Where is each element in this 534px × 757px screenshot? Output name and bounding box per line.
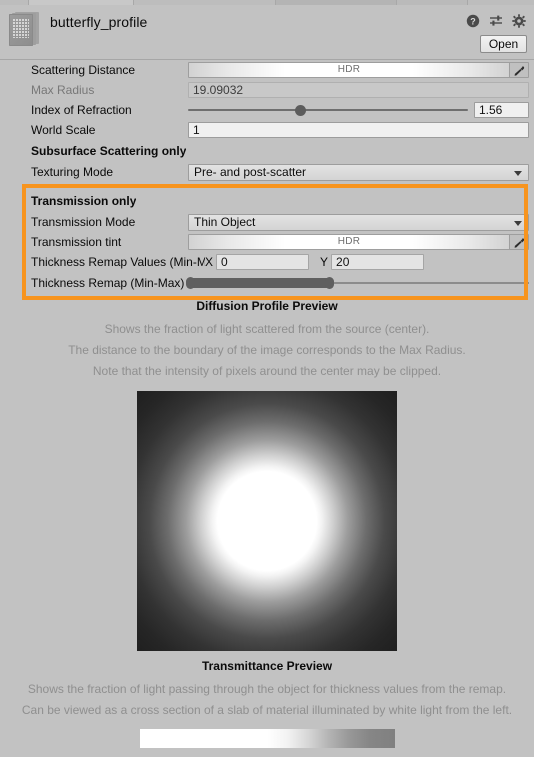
section-title-transmission: Transmission only (31, 194, 137, 208)
open-button[interactable]: Open (480, 35, 527, 53)
diffusion-profile-asset-icon (9, 12, 41, 46)
diffusion-preview-note-1: Shows the fraction of light scattered fr… (104, 322, 430, 336)
row-transmission-section-title: Transmission only (0, 190, 534, 212)
transmittance-preview-note-1: Shows the fraction of light passing thro… (27, 682, 507, 696)
texturing-mode-value: Pre- and post-scatter (194, 164, 307, 179)
transmission-mode-dropdown[interactable]: Thin Object (188, 213, 529, 231)
label-scattering-distance: Scattering Distance (31, 63, 136, 77)
chevron-down-icon (514, 220, 522, 226)
index-of-refraction-slider[interactable] (188, 103, 468, 117)
transmission-tint-color-field[interactable]: HDR (188, 234, 529, 250)
label-max-radius: Max Radius (31, 83, 95, 97)
label-transmission-mode: Transmission Mode (31, 215, 136, 229)
minmax-max-handle[interactable] (325, 277, 335, 289)
help-icon[interactable]: ? (466, 14, 480, 28)
chevron-down-icon (514, 170, 522, 176)
thickness-remap-minmax-slider[interactable] (186, 276, 529, 290)
diffusion-preview-title: Diffusion Profile Preview (196, 299, 338, 313)
settings-gear-icon[interactable] (512, 14, 526, 28)
row-transmission-tint: Transmission tint HDR (0, 232, 534, 252)
label-index-of-refraction: Index of Refraction (31, 103, 132, 117)
transmittance-preview-image (139, 729, 395, 748)
diffusion-profile-preview-image (137, 391, 397, 651)
minmax-min-handle[interactable] (186, 277, 195, 289)
inspector-window: butterfly_profile ? Open Scattering Dist… (0, 0, 534, 757)
color-swatch[interactable]: HDR (189, 63, 509, 77)
label-world-scale: World Scale (31, 123, 96, 137)
row-texturing-mode: Texturing Mode Pre- and post-scatter (0, 162, 534, 182)
properties-panel: Scattering Distance HDR Max Radius 19.09… (0, 60, 534, 748)
hdr-tag: HDR (337, 236, 361, 247)
texturing-mode-dropdown[interactable]: Pre- and post-scatter (188, 163, 529, 181)
diffusion-preview-note-3: Note that the intensity of pixels around… (92, 364, 442, 378)
axis-label-x: X (205, 255, 214, 269)
index-of-refraction-input[interactable]: 1.56 (474, 102, 529, 118)
label-thickness-remap-values: Thickness Remap Values (Min-M (31, 255, 205, 269)
row-transmission-mode: Transmission Mode Thin Object (0, 212, 534, 232)
world-scale-input[interactable]: 1 (188, 122, 529, 138)
slider-knob[interactable] (294, 105, 306, 116)
eyedropper-icon[interactable] (509, 235, 528, 249)
axis-label-y: Y (320, 255, 329, 269)
label-texturing-mode: Texturing Mode (31, 165, 114, 179)
row-world-scale: World Scale 1 (0, 120, 534, 140)
label-transmission-tint: Transmission tint (31, 235, 122, 249)
transmittance-preview-title: Transmittance Preview (201, 659, 333, 673)
preset-icon[interactable] (489, 14, 503, 28)
svg-text:?: ? (470, 16, 476, 26)
slider-track (188, 109, 468, 111)
max-radius-value: 19.09032 (188, 82, 529, 98)
transmittance-preview-note-2: Can be viewed as a cross section of a sl… (21, 703, 513, 717)
header-icon-group: ? (466, 14, 526, 28)
page-title: butterfly_profile (50, 14, 148, 30)
row-scattering-distance: Scattering Distance HDR (0, 60, 534, 80)
row-max-radius: Max Radius 19.09032 (0, 80, 534, 100)
row-subsurface-section-title: Subsurface Scattering only (0, 140, 534, 162)
section-title-subsurface: Subsurface Scattering only (31, 144, 187, 158)
minmax-fill[interactable] (188, 278, 332, 288)
eyedropper-icon[interactable] (509, 63, 528, 77)
transmission-mode-value: Thin Object (194, 214, 256, 229)
color-swatch[interactable]: HDR (189, 235, 509, 249)
asset-header: butterfly_profile ? Open (0, 5, 534, 60)
thickness-remap-min-input[interactable]: 0 (216, 254, 310, 270)
row-index-of-refraction: Index of Refraction 1.56 (0, 100, 534, 120)
diffusion-preview-note-2: The distance to the boundary of the imag… (68, 343, 466, 357)
label-thickness-remap-slider: Thickness Remap (Min-Max) (31, 276, 185, 290)
thickness-remap-max-input[interactable]: 20 (331, 254, 425, 270)
row-thickness-remap-slider: Thickness Remap (Min-Max) (0, 272, 534, 294)
hdr-tag: HDR (337, 64, 361, 75)
row-thickness-remap-values: Thickness Remap Values (Min-M X 0 Y 20 (0, 252, 534, 272)
scattering-distance-color-field[interactable]: HDR (188, 62, 529, 78)
